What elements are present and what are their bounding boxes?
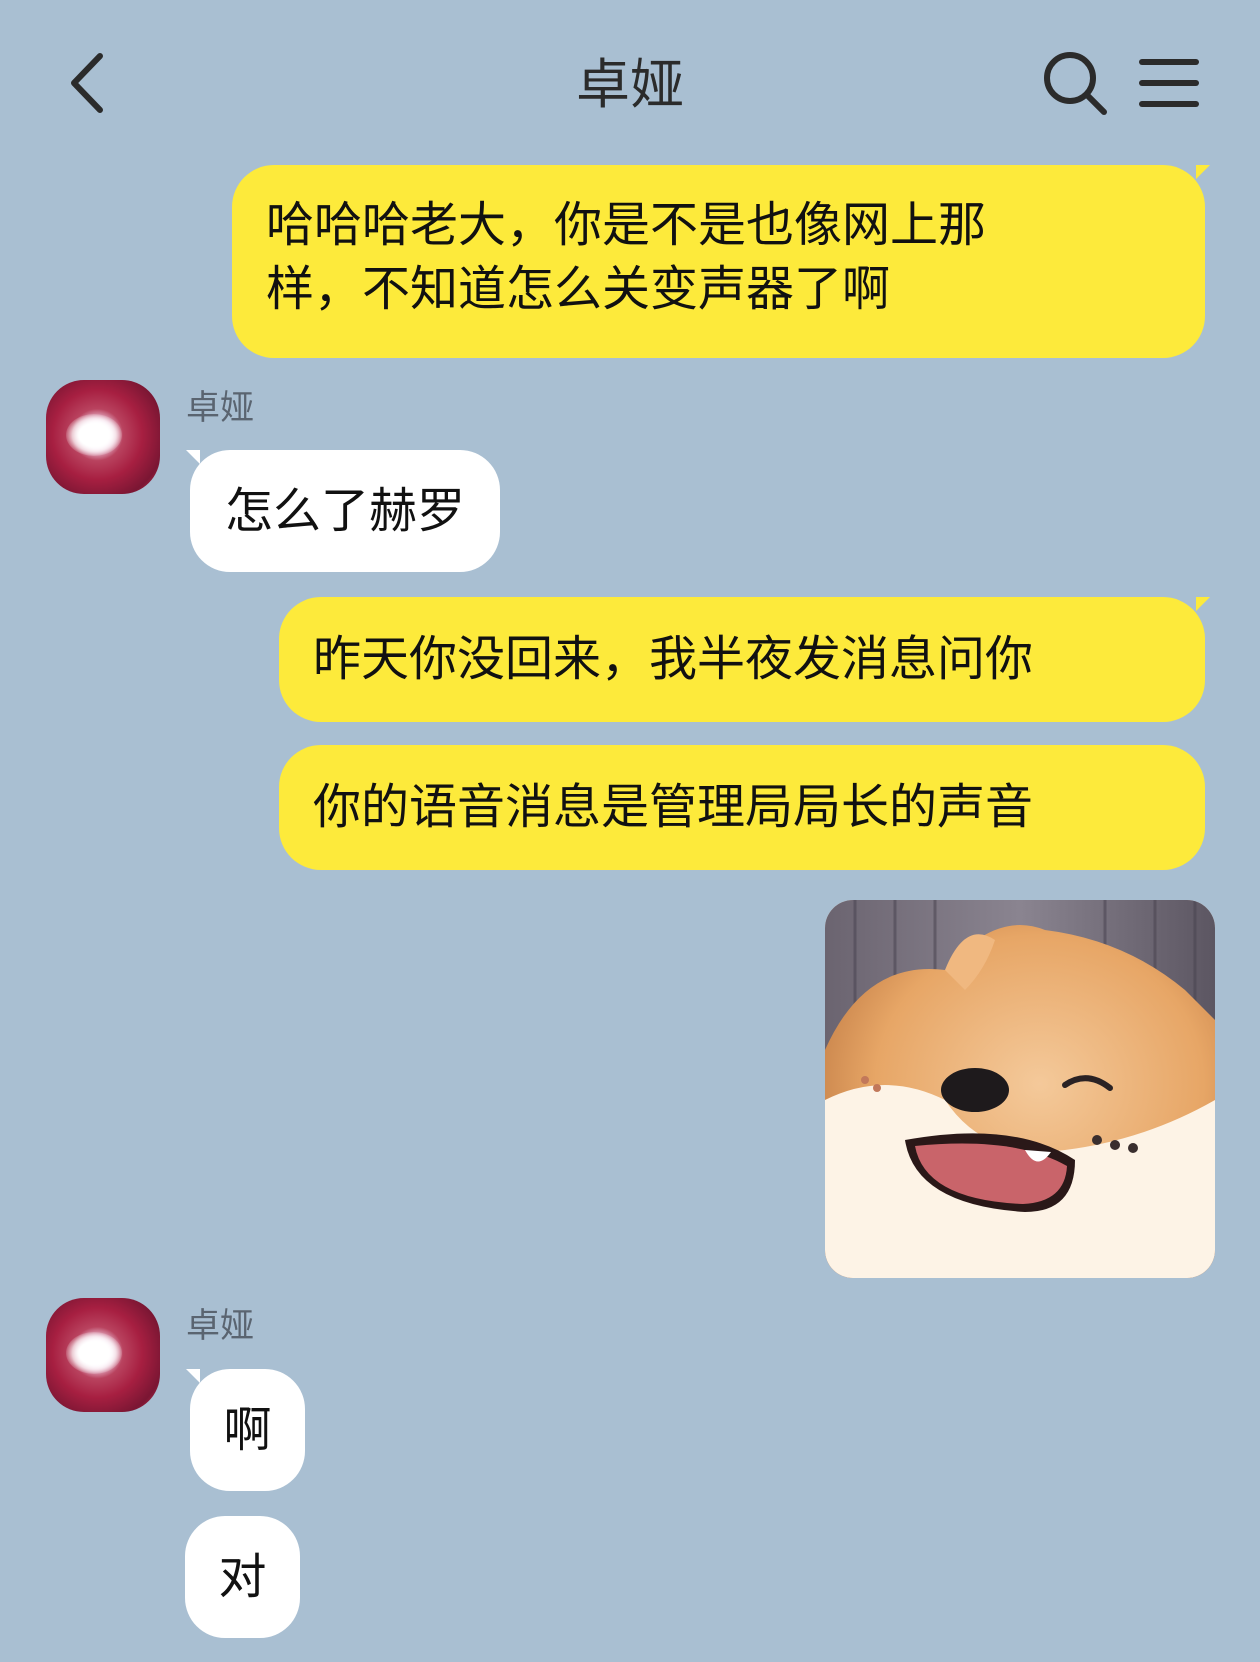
shiba-dog-sticker-icon: [825, 900, 1215, 1278]
avatar[interactable]: [46, 1298, 160, 1412]
menu-button[interactable]: [1138, 56, 1200, 110]
sender-name: 卓娅: [186, 388, 254, 428]
message-text: 你的语音消息是管理局局长的声音: [313, 779, 1034, 835]
message-text: 对: [218, 1549, 267, 1605]
other-message-bubble[interactable]: 啊: [190, 1369, 305, 1491]
message-text: 啊: [223, 1402, 272, 1458]
sender-name: 卓娅: [186, 1306, 254, 1346]
bubble-tail: [1196, 597, 1210, 611]
menu-icon: [1139, 59, 1199, 107]
bubble-tail: [1196, 165, 1210, 179]
my-message-bubble[interactable]: 昨天你没回来，我半夜发消息问你: [279, 597, 1205, 722]
sticker-image[interactable]: [825, 900, 1215, 1278]
other-message-bubble[interactable]: 对: [185, 1516, 300, 1638]
bubble-tail: [186, 450, 200, 464]
my-message-bubble[interactable]: 哈哈哈老大，你是不是也像网上那 样，不知道怎么关变声器了啊: [232, 165, 1205, 358]
my-message-bubble[interactable]: 你的语音消息是管理局局长的声音: [279, 745, 1205, 870]
search-icon: [1044, 52, 1107, 115]
search-button[interactable]: [1040, 48, 1110, 118]
bubble-tail: [186, 1369, 200, 1383]
other-message-bubble[interactable]: 怎么了赫罗: [190, 450, 501, 572]
message-text: 昨天你没回来，我半夜发消息问你: [313, 631, 1034, 687]
message-text: 怎么了赫罗: [225, 483, 466, 539]
message-text-line: 哈哈哈老大，你是不是也像网上那: [266, 197, 987, 253]
top-bar: 卓娅: [0, 0, 1260, 170]
avatar[interactable]: [46, 380, 160, 494]
message-text-line: 样，不知道怎么关变声器了啊: [266, 261, 891, 317]
